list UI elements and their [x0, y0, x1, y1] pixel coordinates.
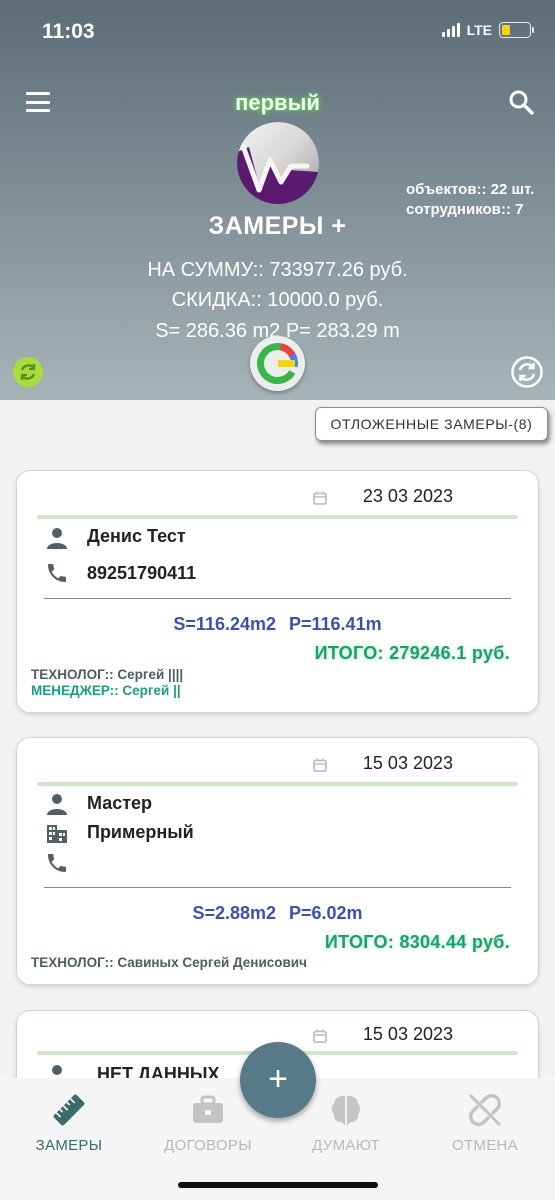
manager: МЕНЕДЖЕР:: Сергей ||	[31, 683, 181, 698]
google-g-icon[interactable]	[250, 336, 305, 391]
sync-icon[interactable]	[13, 357, 43, 387]
client-name: Мастер	[87, 793, 153, 813]
measurement-card[interactable]: 15 03 2023 Мастер Примерный S=2.88m2 P=6…	[16, 737, 539, 985]
technologist: ТЕХНОЛОГ:: Сергей ||||	[31, 667, 184, 682]
client-phone[interactable]: 89251790411	[87, 563, 196, 584]
broken-link-icon	[469, 1094, 501, 1126]
card-total: ИТОГО: 8304.44 руб.	[324, 932, 510, 952]
objects-count: объектов:: 22 шт.	[406, 181, 535, 198]
total-sum: НА СУММУ:: 733977.26 руб.	[147, 259, 408, 281]
calendar-icon	[313, 491, 327, 505]
divider	[37, 782, 518, 786]
divider	[44, 887, 511, 888]
measurement-card[interactable]: 23 03 2023 Денис Тест 89251790411 S=116.…	[16, 470, 539, 713]
calendar-icon	[313, 1029, 327, 1043]
nav-tab-cancelled[interactable]: ОТМЕНА	[425, 1092, 545, 1154]
area-perimeter: S=116.24m2 P=116.41m	[173, 614, 382, 634]
status-time: 11:03	[42, 20, 95, 43]
app-logo	[237, 122, 319, 204]
phone-icon	[48, 854, 66, 872]
card-date: 15 03 2023	[362, 753, 453, 773]
phone-icon	[48, 564, 66, 582]
person-icon	[47, 794, 67, 815]
area-perimeter: S=2.88m2 P=6.02m	[192, 903, 363, 923]
card-date: 15 03 2023	[362, 1024, 453, 1044]
card-date: 23 03 2023	[362, 486, 453, 506]
home-indicator	[178, 1182, 378, 1188]
signal-icon	[441, 23, 460, 37]
nav-label: ЗАМЕРЫ	[35, 1137, 103, 1154]
briefcase-icon	[193, 1095, 223, 1123]
sync-icon[interactable]	[510, 355, 544, 389]
technologist: ТЕХНОЛОГ:: Савиных Сергей Денисович	[31, 955, 307, 970]
network-label: LTE	[466, 22, 492, 38]
brain-icon	[331, 1095, 361, 1125]
nav-label: ДОГОВОРЫ	[164, 1137, 252, 1154]
nav-tab-measurements[interactable]: ЗАМЕРЫ	[9, 1092, 129, 1154]
app-title: ЗАМЕРЫ +	[208, 212, 347, 240]
total-discount: СКИДКА:: 10000.0 руб.	[171, 289, 384, 311]
divider	[44, 598, 511, 599]
divider	[37, 515, 518, 519]
building-icon	[47, 825, 67, 843]
nav-label: ДУМАЮТ	[312, 1137, 380, 1154]
nav-label: ОТМЕНА	[452, 1137, 518, 1154]
client-address: Примерный	[87, 822, 194, 842]
battery-icon	[499, 22, 534, 38]
client-name: Денис Тест	[87, 526, 186, 546]
card-total: ИТОГО: 279246.1 руб.	[314, 643, 510, 663]
status-indicators: LTE	[441, 22, 534, 38]
person-icon	[47, 528, 67, 549]
ruler-icon	[53, 1094, 85, 1126]
header: 11:03 LTE первый объектов:: 22 шт. сотру…	[0, 0, 555, 400]
add-measurement-button[interactable]: +	[240, 1042, 316, 1118]
deferred-measurements-button[interactable]: ОТЛОЖЕННЫЕ ЗАМЕРЫ-(8)	[315, 407, 548, 441]
company-title: первый	[235, 90, 320, 115]
calendar-icon	[313, 758, 327, 772]
